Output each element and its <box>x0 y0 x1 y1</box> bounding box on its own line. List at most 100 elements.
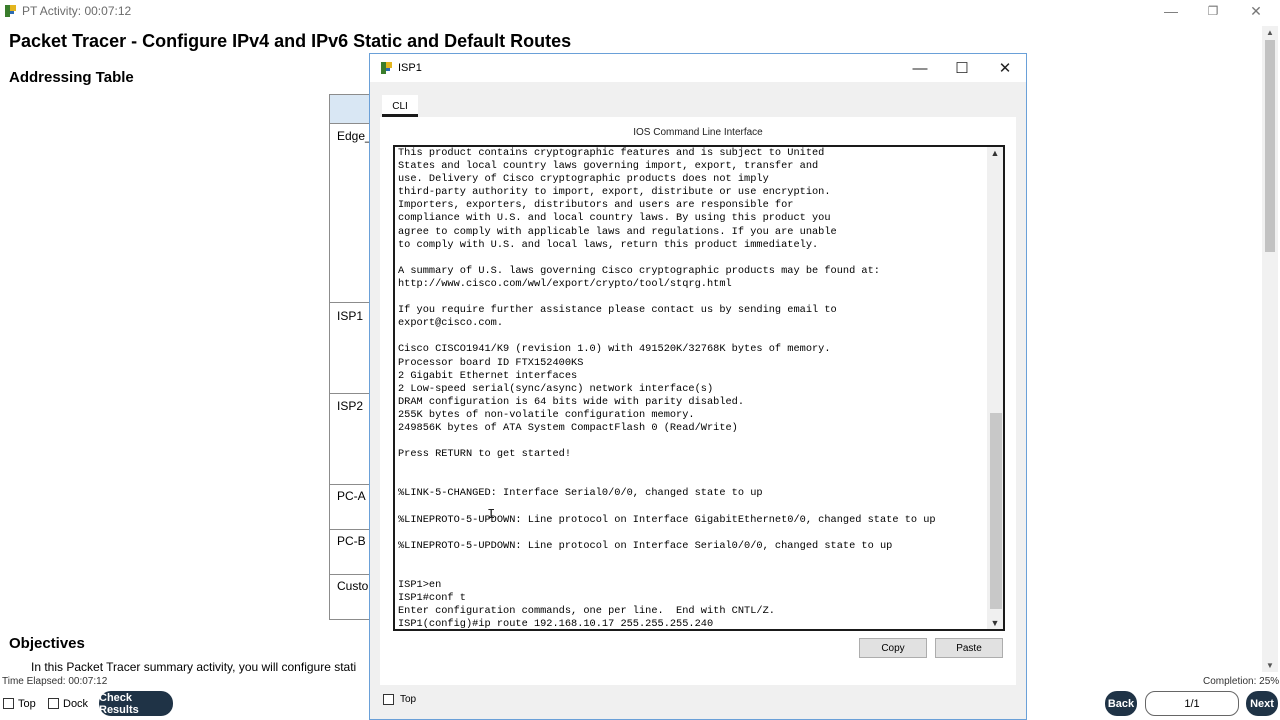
next-button[interactable]: Next <box>1246 691 1278 716</box>
scroll-down-icon[interactable]: ▼ <box>987 618 1003 628</box>
dialog-title: ISP1 <box>398 62 422 74</box>
dock-checkbox[interactable] <box>48 698 59 709</box>
minimize-button[interactable]: — <box>1150 0 1192 22</box>
packet-tracer-icon <box>5 5 16 17</box>
terminal-line: DRAM configuration is 64 bits wide with … <box>398 395 745 408</box>
maximize-icon: ☐ <box>955 60 969 77</box>
terminal-line: %LINEPROTO-5-UPDOWN: Line protocol on In… <box>398 539 893 552</box>
scroll-down-icon[interactable]: ▼ <box>1262 661 1278 670</box>
main-titlebar: PT Activity: 00:07:12 — ❐ ✕ <box>0 0 1280 22</box>
terminal-line: export@cisco.com. <box>398 317 504 330</box>
restore-icon: ❐ <box>1207 4 1219 18</box>
table-divider <box>330 574 371 575</box>
top-checkbox-label: Top <box>18 698 36 710</box>
terminal-line: to comply with U.S. and local laws, retu… <box>398 238 819 251</box>
text-cursor-icon: I <box>487 507 496 523</box>
dock-checkbox-label: Dock <box>63 698 89 710</box>
dialog-close-button[interactable]: ✕ <box>983 54 1027 82</box>
terminal-line: use. Delivery of Cisco cryptographic pro… <box>398 173 769 186</box>
back-label: Back <box>1107 697 1135 710</box>
scroll-up-icon[interactable]: ▲ <box>987 148 1003 158</box>
minimize-icon: — <box>912 59 928 77</box>
main-scrollbar-thumb[interactable] <box>1265 40 1275 252</box>
dialog-titlebar[interactable]: ISP1 — ☐ ✕ <box>370 54 1026 82</box>
dialog-top-checkbox[interactable] <box>383 694 394 705</box>
objectives-heading: Objectives <box>9 635 85 652</box>
completion-status: Completion: 25% <box>1203 676 1280 687</box>
copy-label: Copy <box>881 642 905 654</box>
table-row-device: ISP1 <box>337 309 364 323</box>
terminal-line: compliance with U.S. and local country l… <box>398 212 831 225</box>
table-row-device: PC-B <box>337 534 366 548</box>
paste-label: Paste <box>956 642 982 654</box>
cli-terminal[interactable]: This product contains cryptographic feat… <box>393 145 1005 631</box>
main-scrollbar[interactable]: ▲ ▼ <box>1262 26 1278 672</box>
restore-button[interactable]: ❐ <box>1192 0 1234 22</box>
terminal-line: Cisco CISCO1941/K9 (revision 1.0) with 4… <box>398 343 831 356</box>
dialog-minimize-button[interactable]: — <box>898 54 942 82</box>
back-button[interactable]: Back <box>1105 691 1137 716</box>
terminal-line: States and local country laws governing … <box>398 160 819 173</box>
objectives-text: In this Packet Tracer summary activity, … <box>31 660 357 674</box>
table-divider <box>330 393 371 394</box>
terminal-line: Processor board ID FTX152400KS <box>398 356 584 369</box>
window-title: PT Activity: 00:07:12 <box>22 4 132 18</box>
terminal-line: http://www.cisco.com/wwl/export/crypto/t… <box>398 277 732 290</box>
table-row-device: Edge_ <box>337 129 371 143</box>
page-title: Packet Tracer - Configure IPv4 and IPv6 … <box>9 31 572 51</box>
terminal-line: Press RETURN to get started! <box>398 448 572 461</box>
table-row-device: Custo <box>337 579 369 593</box>
check-results-button[interactable]: Check Results <box>99 691 173 716</box>
dialog-top-checkbox-label: Top <box>400 694 417 705</box>
close-icon: ✕ <box>998 60 1012 77</box>
top-checkbox[interactable] <box>3 698 14 709</box>
terminal-line: Importers, exporters, distributors and u… <box>398 199 794 212</box>
time-elapsed: Time Elapsed: 00:07:12 <box>2 676 108 687</box>
terminal-line: third-party authority to import, export,… <box>398 186 831 199</box>
table-divider <box>330 302 371 303</box>
table-row-device: PC-A <box>337 489 366 503</box>
next-label: Next <box>1250 697 1274 710</box>
table-row-device: ISP2 <box>337 399 364 413</box>
terminal-scrollbar-thumb[interactable] <box>990 413 1002 609</box>
router-icon <box>381 62 392 74</box>
terminal-line: ISP1#conf t <box>398 592 466 605</box>
isp1-dialog: ISP1 — ☐ ✕ CLI IOS Command Line Interfac… <box>369 53 1027 720</box>
terminal-line: Enter configuration commands, one per li… <box>398 605 775 618</box>
tab-cli-label: CLI <box>392 100 408 112</box>
terminal-line: 249856K bytes of ATA System CompactFlash… <box>398 421 738 434</box>
terminal-line: This product contains cryptographic feat… <box>398 147 825 159</box>
copy-button[interactable]: Copy <box>859 638 927 658</box>
close-icon: ✕ <box>1250 2 1262 19</box>
terminal-scrollbar[interactable]: ▲ ▼ <box>987 147 1003 629</box>
terminal-line: ISP1(config)#ip route 192.168.10.17 255.… <box>398 618 714 631</box>
terminal-line: agree to comply with applicable laws and… <box>398 225 837 238</box>
table-divider <box>330 484 371 485</box>
table-divider <box>330 529 371 530</box>
terminal-line: %LINK-5-CHANGED: Interface Serial0/0/0, … <box>398 487 763 500</box>
dialog-maximize-button[interactable]: ☐ <box>940 54 984 82</box>
page-indicator[interactable]: 1/1 <box>1145 691 1239 716</box>
terminal-line: If you require further assistance please… <box>398 304 837 317</box>
check-results-label: Check Results <box>99 691 139 716</box>
page-indicator-text: 1/1 <box>1184 697 1200 710</box>
minimize-icon: — <box>1164 3 1178 19</box>
cli-panel: IOS Command Line Interface This product … <box>380 117 1016 685</box>
paste-button[interactable]: Paste <box>935 638 1003 658</box>
addressing-table-heading: Addressing Table <box>9 69 134 86</box>
terminal-output[interactable]: This product contains cryptographic feat… <box>398 147 988 631</box>
cli-header: IOS Command Line Interface <box>633 127 763 138</box>
scroll-up-icon[interactable]: ▲ <box>1262 28 1278 37</box>
terminal-line: ISP1>en <box>398 579 442 592</box>
close-button[interactable]: ✕ <box>1235 0 1277 22</box>
terminal-line: 2 Low-speed serial(sync/async) network i… <box>398 382 714 395</box>
